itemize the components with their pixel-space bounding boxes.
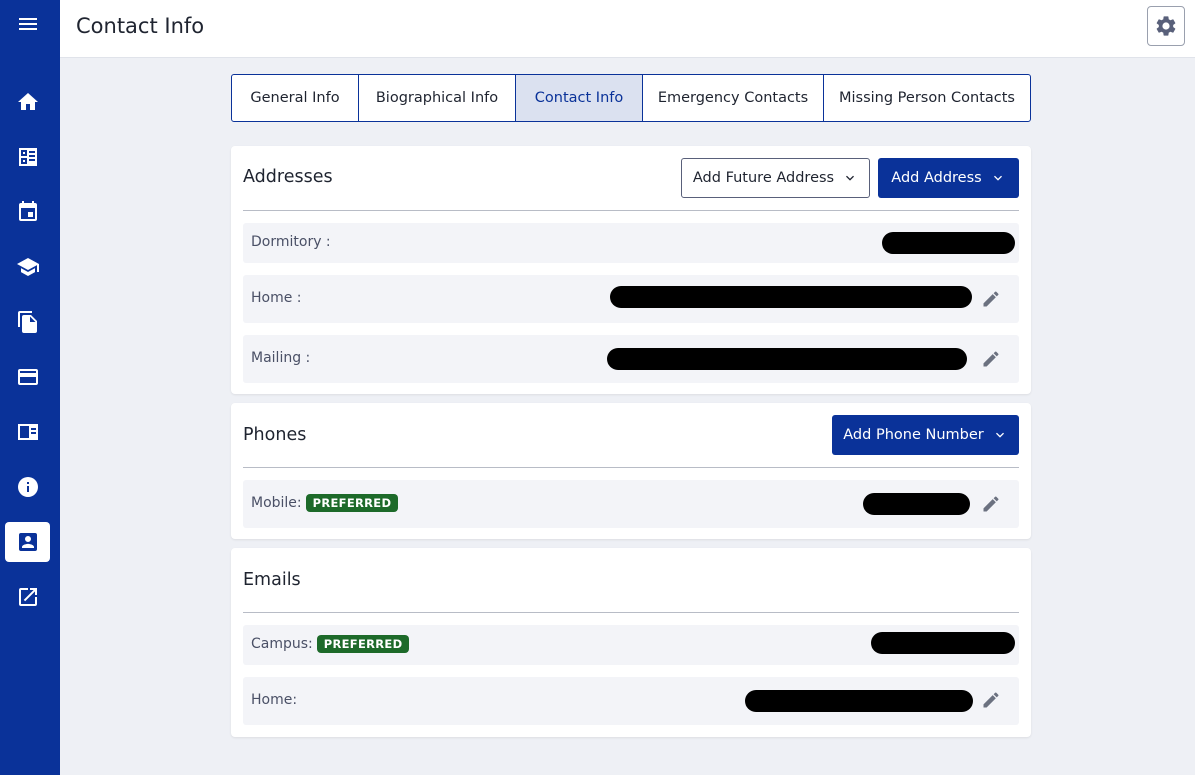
sidebar-item-academics[interactable] [5,247,50,287]
tab-biographical-info[interactable]: Biographical Info [359,75,516,121]
add-phone-number-label: Add Phone Number [843,427,984,443]
id-card-icon [17,424,38,440]
add-address-label: Add Address [891,170,982,186]
sidebar-item-billing[interactable] [5,357,50,397]
phone-label-mobile: Mobile: [251,495,302,511]
address-label-home: Home : [251,290,302,306]
preferred-badge: PREFERRED [305,494,399,512]
addresses-divider [243,210,1019,211]
tab-contact-info[interactable]: Contact Info [516,75,643,121]
phones-title: Phones [243,425,307,445]
documents-icon [17,311,37,333]
addresses-card: Addresses Add Future Address Add Address… [231,146,1031,394]
tab-emergency-contacts[interactable]: Emergency Contacts [643,75,824,121]
address-row-home: Home : [243,275,1019,323]
calendar-icon [18,201,37,221]
pencil-icon [983,496,999,512]
gear-icon [1156,16,1176,36]
redacted-value [871,632,1015,654]
email-row-label: Campus: PREFERRED [251,635,410,653]
addresses-title: Addresses [243,167,333,187]
email-row-campus: Campus: PREFERRED [243,625,1019,665]
add-address-button[interactable]: Add Address [878,158,1019,198]
phones-card: Phones Add Phone Number Mobile: PREFERRE… [231,403,1031,539]
emails-title: Emails [243,570,301,590]
sidebar-item-home[interactable] [5,82,50,122]
sidebar-item-calendar[interactable] [5,192,50,232]
page-title: Contact Info [76,14,205,38]
dashboard-icon [18,148,37,166]
address-row-dormitory: Dormitory : [243,223,1019,263]
menu-icon [18,18,37,30]
add-phone-number-button[interactable]: Add Phone Number [832,415,1019,455]
pencil-icon [983,291,999,307]
tab-general-info[interactable]: General Info [232,75,359,121]
pencil-icon [983,351,999,367]
redacted-value [610,286,972,308]
redacted-value [745,690,973,712]
email-label-campus: Campus: [251,636,313,652]
edit-home-email-button[interactable] [979,688,1003,712]
edit-home-address-button[interactable] [979,287,1003,311]
contact-icon [18,533,37,551]
info-icon [17,477,38,497]
edit-mobile-phone-button[interactable] [979,492,1003,516]
redacted-value [607,348,967,370]
sidebar-item-external[interactable] [5,577,50,617]
open-external-icon [18,588,37,606]
phone-row-mobile: Mobile: PREFERRED [243,480,1019,528]
school-icon [16,258,39,276]
add-future-address-button[interactable]: Add Future Address [681,158,870,198]
credit-card-icon [17,369,38,385]
sidebar-item-documents[interactable] [5,302,50,342]
tab-missing-person-contacts[interactable]: Missing Person Contacts [824,75,1030,121]
home-icon [17,93,38,110]
sidebar-item-dashboard[interactable] [5,137,50,177]
chevron-down-icon [846,175,855,181]
edit-mailing-address-button[interactable] [979,347,1003,371]
phone-row-label: Mobile: PREFERRED [251,494,399,512]
emails-card: Emails Campus: PREFERRED Home: [231,548,1031,737]
add-future-address-label: Add Future Address [692,170,835,186]
pencil-icon [983,692,999,708]
settings-button[interactable] [1147,6,1185,46]
emails-divider [243,612,1019,613]
address-row-mailing: Mailing : [243,335,1019,383]
sidebar-item-id-card[interactable] [5,412,50,452]
phones-divider [243,467,1019,468]
redacted-value [882,232,1015,254]
email-label-home: Home: [251,692,298,708]
sidebar-item-contact[interactable] [5,522,50,562]
address-label-dormitory: Dormitory : [251,234,331,250]
chevron-down-icon [993,175,1002,181]
sidebar-item-info[interactable] [5,467,50,507]
contact-tabs: General Info Biographical Info Contact I… [231,74,1031,122]
menu-button[interactable] [5,4,50,44]
top-bar: Contact Info [60,0,1195,58]
redacted-value [863,493,970,515]
preferred-badge: PREFERRED [316,635,410,653]
chevron-down-icon [995,432,1004,438]
sidebar [0,0,60,775]
address-label-mailing: Mailing : [251,350,311,366]
email-row-home: Home: [243,677,1019,725]
